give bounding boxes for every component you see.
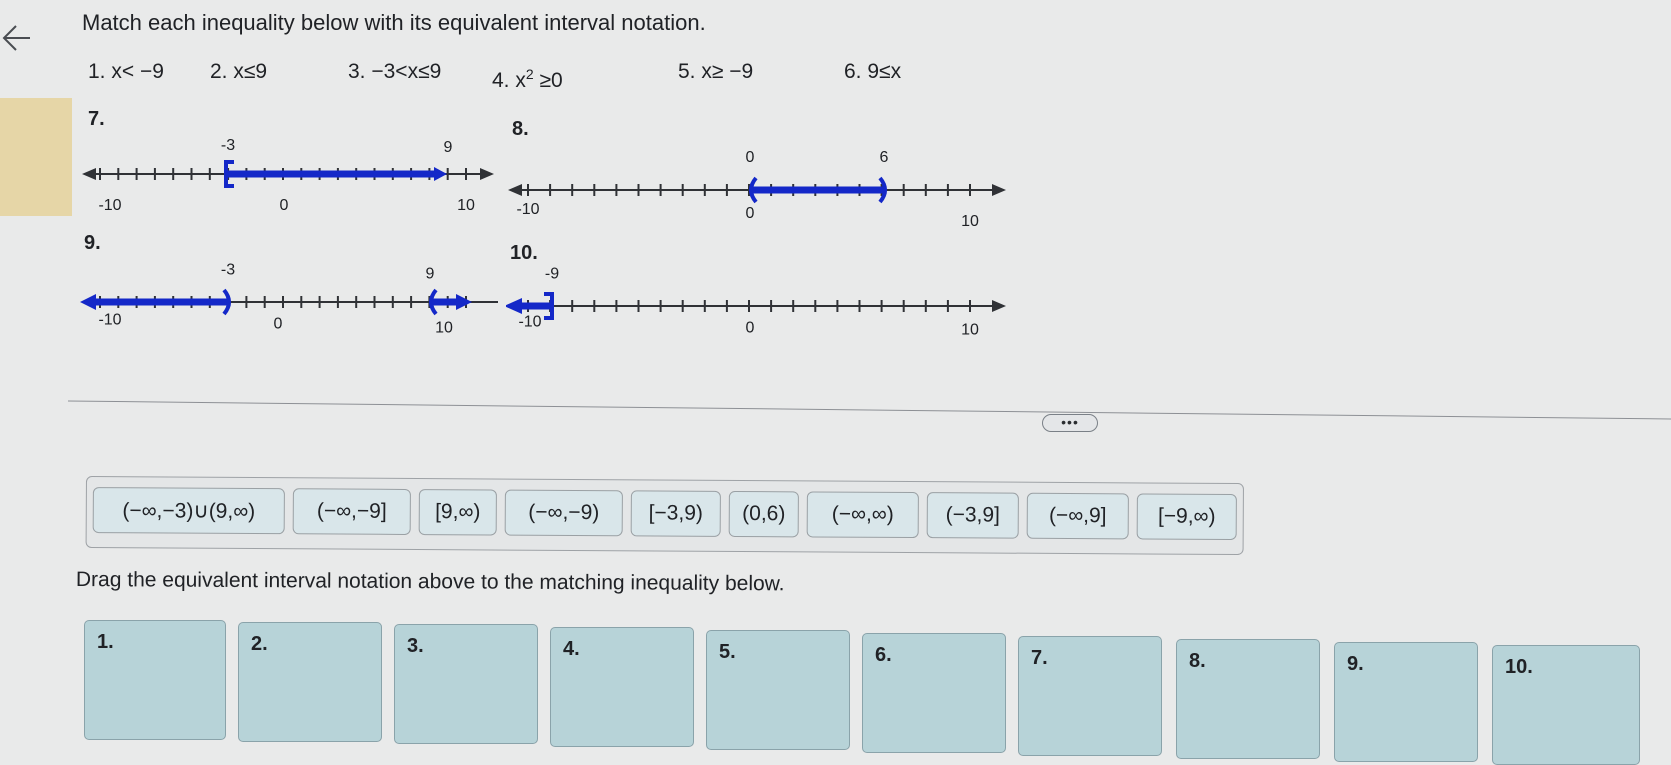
answer-tile-5[interactable]: [−3,9) (630, 490, 721, 537)
answer-tile-2[interactable]: (−∞,−9] (292, 488, 411, 535)
left-endpoint-label: -3 (221, 138, 235, 154)
arrowhead-right-end (434, 167, 447, 181)
right-endpoint-label: 6 (880, 149, 889, 166)
drop-target-label: 10. (1505, 656, 1533, 678)
drop-target-label: 2. (251, 633, 268, 655)
axis-label-min: -10 (98, 197, 121, 214)
answer-tile-3[interactable]: [9,∞) (418, 489, 497, 536)
inequality-1: 1. x< −9 (88, 60, 164, 83)
left-endpoint-label: 0 (746, 149, 755, 166)
drop-target-3[interactable]: 3. (394, 624, 538, 744)
inequality-6: 6. 9≤x (844, 60, 902, 83)
left-ray-arrowhead (80, 294, 96, 310)
axis-label-zero: 0 (746, 319, 755, 336)
drop-target-label: 5. (719, 641, 736, 663)
drop-target-6[interactable]: 6. (862, 633, 1006, 753)
axis-label-max: 10 (435, 319, 453, 336)
question-title: Match each inequality below with its equ… (82, 10, 706, 35)
number-line-9-label: 9. (84, 232, 101, 254)
inequality-5: 5. x≥ −9 (678, 60, 754, 83)
more-options-button[interactable]: ••• (1042, 414, 1098, 432)
number-line-7: -3 9 -10 0 10 (82, 138, 494, 214)
axis-label-min: -10 (516, 201, 539, 218)
right-endpoint-label: 9 (444, 139, 453, 156)
drop-target-label: 6. (875, 644, 892, 666)
answer-tile-9[interactable]: (−∞,9] (1026, 492, 1129, 540)
number-line-8: 0 6 -10 0 10 (508, 149, 1006, 230)
left-endpoint-label: -9 (545, 265, 559, 282)
drop-target-2[interactable]: 2. (238, 622, 382, 742)
number-line-10: -9 -10 0 10 (506, 265, 1006, 338)
inequality-4: 4. x2 ≥0 (492, 66, 563, 92)
back-arrow-icon[interactable] (0, 18, 40, 62)
inequality-2: 2. x≤9 (210, 60, 268, 83)
answer-bank: (−∞,−3)∪(9,∞) (−∞,−9] [9,∞) (−∞,−9) [−3,… (85, 476, 1244, 556)
drop-target-label: 7. (1031, 647, 1048, 669)
drop-target-1[interactable]: 1. (84, 620, 226, 740)
answer-tile-4[interactable]: (−∞,−9) (504, 489, 623, 537)
axis-label-min: -10 (98, 311, 121, 328)
right-ray-arrowhead (456, 294, 472, 310)
answer-tile-1[interactable]: (−∞,−3)∪(9,∞) (92, 487, 285, 535)
drop-target-label: 1. (97, 631, 114, 653)
number-line-10-label: 10. (510, 242, 538, 264)
axis-label-max: 10 (961, 321, 979, 338)
right-endpoint-label: 9 (426, 265, 435, 282)
left-ray-arrowhead (506, 298, 522, 314)
drop-target-label: 3. (407, 635, 424, 657)
drop-target-label: 8. (1189, 650, 1206, 672)
drop-target-label: 4. (563, 638, 580, 660)
drop-target-8[interactable]: 8. (1176, 639, 1320, 759)
axis-label-max: 10 (457, 197, 475, 214)
drop-target-5[interactable]: 5. (706, 630, 850, 750)
left-endpoint-label: -3 (221, 261, 235, 278)
drop-target-4[interactable]: 4. (550, 627, 694, 747)
answer-tile-8[interactable]: (−3,9] (926, 492, 1019, 539)
drop-target-10[interactable]: 10. (1492, 645, 1640, 765)
axis-label-zero: 0 (274, 315, 283, 332)
number-line-9: -3 9 -10 0 10 (80, 261, 498, 336)
drop-target-9[interactable]: 9. (1334, 642, 1478, 762)
axis-label-zero: 0 (280, 197, 289, 214)
drop-target-7[interactable]: 7. (1018, 636, 1162, 756)
left-panel-strip (0, 98, 72, 216)
drop-target-label: 9. (1347, 653, 1364, 675)
inequality-3: 3. −3<x≤9 (348, 60, 442, 83)
axis-label-min: -10 (518, 313, 541, 330)
tick-marks (527, 300, 971, 312)
answer-tile-10[interactable]: [−9,∞) (1136, 493, 1237, 541)
axis-label-max: 10 (961, 213, 979, 230)
answer-tile-7[interactable]: (−∞,∞) (806, 491, 919, 539)
answer-tile-6[interactable]: (0,6) (728, 490, 799, 538)
axis-label-zero: 0 (746, 205, 755, 222)
section-divider (68, 400, 1671, 420)
number-line-8-label: 8. (512, 118, 529, 140)
drag-instruction: Drag the equivalent interval notation ab… (75, 568, 785, 596)
number-line-7-label: 7. (88, 108, 105, 130)
